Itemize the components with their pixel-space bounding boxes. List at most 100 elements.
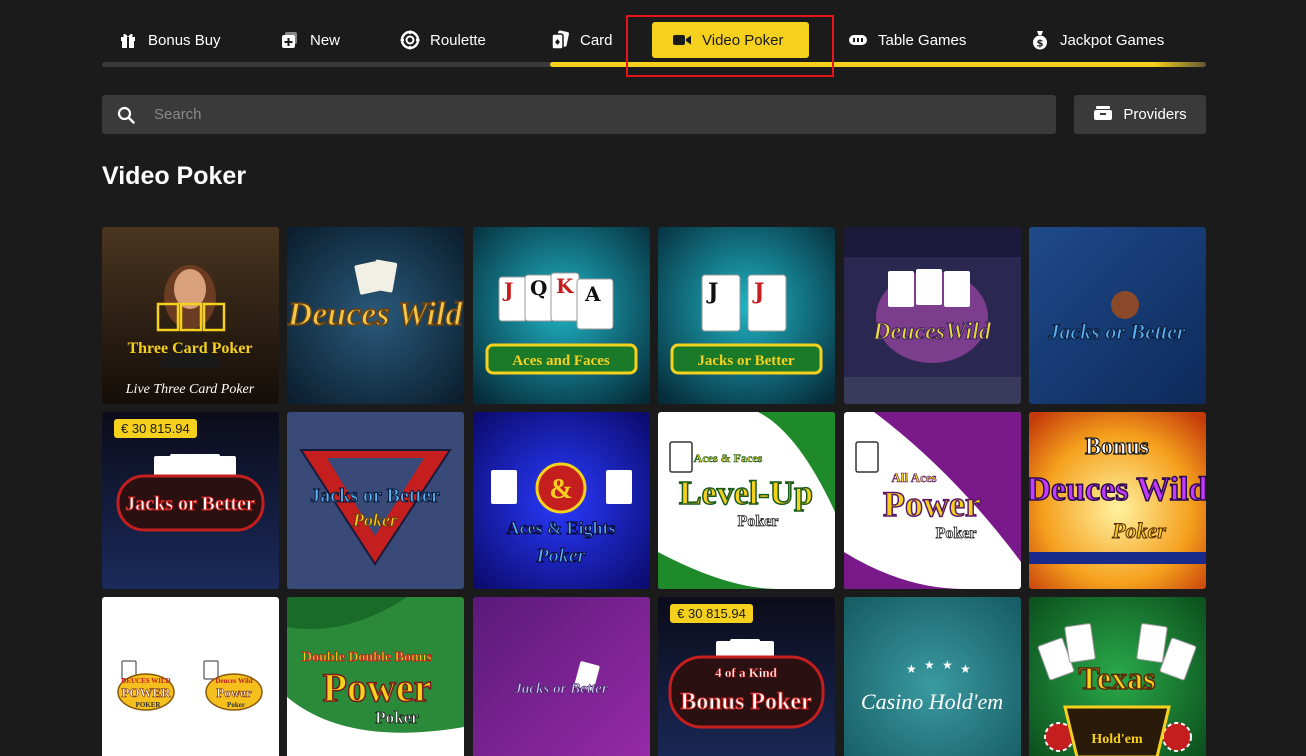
tab-roulette[interactable]: Roulette (400, 22, 486, 58)
game-tile-aces-and-faces[interactable]: JQKA Aces and Faces (472, 227, 650, 404)
svg-text:★: ★ (924, 658, 935, 672)
game-tile-jacks-or-better-purple[interactable]: Jacks or Better (472, 597, 650, 756)
game-thumbnail: Three Card Poker Live Three Card Poker (102, 227, 279, 404)
tile-title: Jacks or Better (125, 493, 255, 515)
tile-top: 4 of a Kind (715, 665, 778, 680)
tile-title: Jacks or Better (311, 485, 441, 507)
tab-card[interactable]: Card (550, 22, 613, 58)
game-thumbnail: Texas Hold'em (1028, 597, 1206, 756)
tile-title: Jacks or Better (1048, 319, 1186, 344)
providers-button[interactable]: Providers (1074, 95, 1206, 134)
game-tile-four-of-a-kind-bonus-poker[interactable]: € 30 815.94 4 of a Kind Bonus Poker (658, 597, 836, 756)
svg-text:J: J (502, 278, 513, 302)
roulette-wheel-icon (400, 30, 420, 50)
tile-top: Deuces Wild (215, 677, 252, 685)
game-tile-level-up-poker[interactable]: Aces & Faces Level-Up Poker (658, 412, 836, 589)
tile-top: Aces & Faces (694, 451, 763, 465)
tile-title: Power (216, 685, 252, 700)
tile-subtitle: Poker (227, 701, 245, 709)
tile-title: Power (323, 665, 432, 710)
game-tile-three-card-poker[interactable]: Three Card Poker Live Three Card Poker (102, 227, 279, 404)
game-tile-jacks-or-better[interactable]: J J Jacks or Better (658, 227, 836, 404)
money-bag-icon: $ (1030, 30, 1050, 50)
tile-title: Bonus Poker (680, 689, 812, 715)
game-tile-bonus-deuces-wild-poker[interactable]: Bonus Deuces Wild Poker (1028, 412, 1206, 589)
video-camera-icon (672, 30, 692, 50)
tab-table-games[interactable]: Table Games (848, 22, 966, 58)
jackpot-badge: € 30 815.94 (114, 419, 197, 438)
page: Bonus Buy New Roulette Card Video Poker (0, 0, 1306, 756)
game-tile-all-aces-power-poker[interactable]: All Aces Power Poker (843, 412, 1021, 589)
tile-title: Aces and Faces (512, 353, 610, 369)
tile-title: Aces & Eights (506, 518, 615, 538)
tile-title: Casino Hold'em (860, 689, 1002, 714)
game-tile-deuceswild[interactable]: DeucesWild (843, 227, 1021, 404)
category-tabs: Bonus Buy New Roulette Card Video Poker (102, 16, 1206, 67)
tab-new[interactable]: New (280, 22, 340, 58)
svg-text:J: J (752, 279, 764, 305)
game-tile-jacks-or-better-jackpot[interactable]: € 30 815.94 Jacks or Better (102, 412, 279, 589)
game-tile-texas-holdem[interactable]: Texas Hold'em (1028, 597, 1206, 756)
tile-title: Power (883, 484, 981, 524)
game-thumbnail: Jacks or Better (1028, 227, 1206, 404)
jackpot-badge: € 30 815.94 (670, 604, 753, 623)
game-thumbnail: Aces & Faces Level-Up Poker (658, 412, 836, 589)
tab-bonus-buy[interactable]: Bonus Buy (118, 22, 221, 58)
tile-title: Texas (1078, 660, 1155, 696)
tile-subtitle: Poker (352, 510, 398, 530)
plus-square-icon (280, 30, 300, 50)
svg-text:&: & (549, 474, 572, 505)
tab-label: Table Games (878, 31, 967, 49)
game-thumbnail: JQKA Aces and Faces (472, 227, 650, 404)
tab-label: Bonus Buy (148, 31, 221, 49)
svg-text:DEUCES WILD: DEUCES WILD (121, 677, 170, 685)
game-tile-jacks-or-better-blue[interactable]: Jacks or Better (1028, 227, 1206, 404)
game-thumbnail: Deuces Wild (287, 227, 465, 404)
search-input[interactable] (136, 95, 1056, 134)
game-tile-deuces-wild[interactable]: Deuces Wild (287, 227, 465, 404)
game-thumbnail: DEUCES WILD POWER POKER Deuces Wild Powe… (102, 597, 279, 756)
game-tile-deuces-wild-power-poker[interactable]: DEUCES WILD POWER POKER Deuces Wild Powe… (102, 597, 279, 756)
svg-text:★: ★ (906, 662, 917, 676)
svg-text:POWER: POWER (121, 685, 171, 700)
cards-icon (550, 30, 570, 50)
game-thumbnail: & Aces & Eights Poker (472, 412, 650, 589)
providers-label: Providers (1123, 106, 1187, 123)
svg-text:Q: Q (530, 276, 547, 300)
tile-title: Deuces Wild (1029, 471, 1206, 508)
tab-label: New (310, 31, 341, 49)
game-thumbnail: Jacks or Better (102, 412, 279, 589)
tile-top: All Aces (891, 470, 936, 485)
tile-title: Three Card Poker (127, 340, 252, 357)
game-tile-casino-holdem[interactable]: ★ ★ ★ ★ Casino Hold'em (843, 597, 1021, 756)
game-tile-aces-and-eights[interactable]: & Aces & Eights Poker (472, 412, 650, 589)
gift-icon (118, 30, 138, 50)
tile-subtitle: Poker (738, 513, 779, 530)
search-icon (116, 105, 136, 125)
tile-subtitle: Poker (1111, 518, 1166, 543)
tile-title: Level-Up (679, 475, 813, 512)
game-tile-jacks-or-better-poker[interactable]: Jacks or Better Poker (287, 412, 465, 589)
svg-text:★: ★ (942, 658, 953, 672)
game-thumbnail: Jacks or Better (472, 597, 650, 756)
tile-subtitle: Poker (935, 525, 976, 542)
game-thumbnail: ★ ★ ★ ★ Casino Hold'em (843, 597, 1021, 756)
tile-title: Jacks or Better (698, 353, 796, 369)
game-thumbnail: All Aces Power Poker (843, 412, 1021, 589)
tab-label: Video Poker (702, 31, 784, 49)
search-bar[interactable] (102, 95, 1056, 134)
game-thumbnail: J J Jacks or Better (658, 227, 836, 404)
tab-jackpot-games[interactable]: $ Jackpot Games (1030, 22, 1164, 58)
tile-title: Jacks or Better (513, 681, 607, 697)
game-grid: Three Card Poker Live Three Card Poker D… (102, 227, 1206, 756)
svg-text:★: ★ (960, 662, 971, 676)
svg-text:A: A (584, 282, 601, 306)
svg-text:K: K (556, 274, 574, 298)
tab-video-poker[interactable]: Video Poker (652, 22, 809, 58)
game-thumbnail: Double Double Bonus Power Poker (287, 597, 465, 756)
tile-subtitle: Live Three Card Poker (125, 382, 255, 397)
tab-label: Card (580, 31, 613, 49)
game-thumbnail: DeucesWild (843, 227, 1021, 404)
game-tile-double-double-bonus-power-poker[interactable]: Double Double Bonus Power Poker (287, 597, 465, 756)
tile-title: DeucesWild (872, 319, 992, 345)
